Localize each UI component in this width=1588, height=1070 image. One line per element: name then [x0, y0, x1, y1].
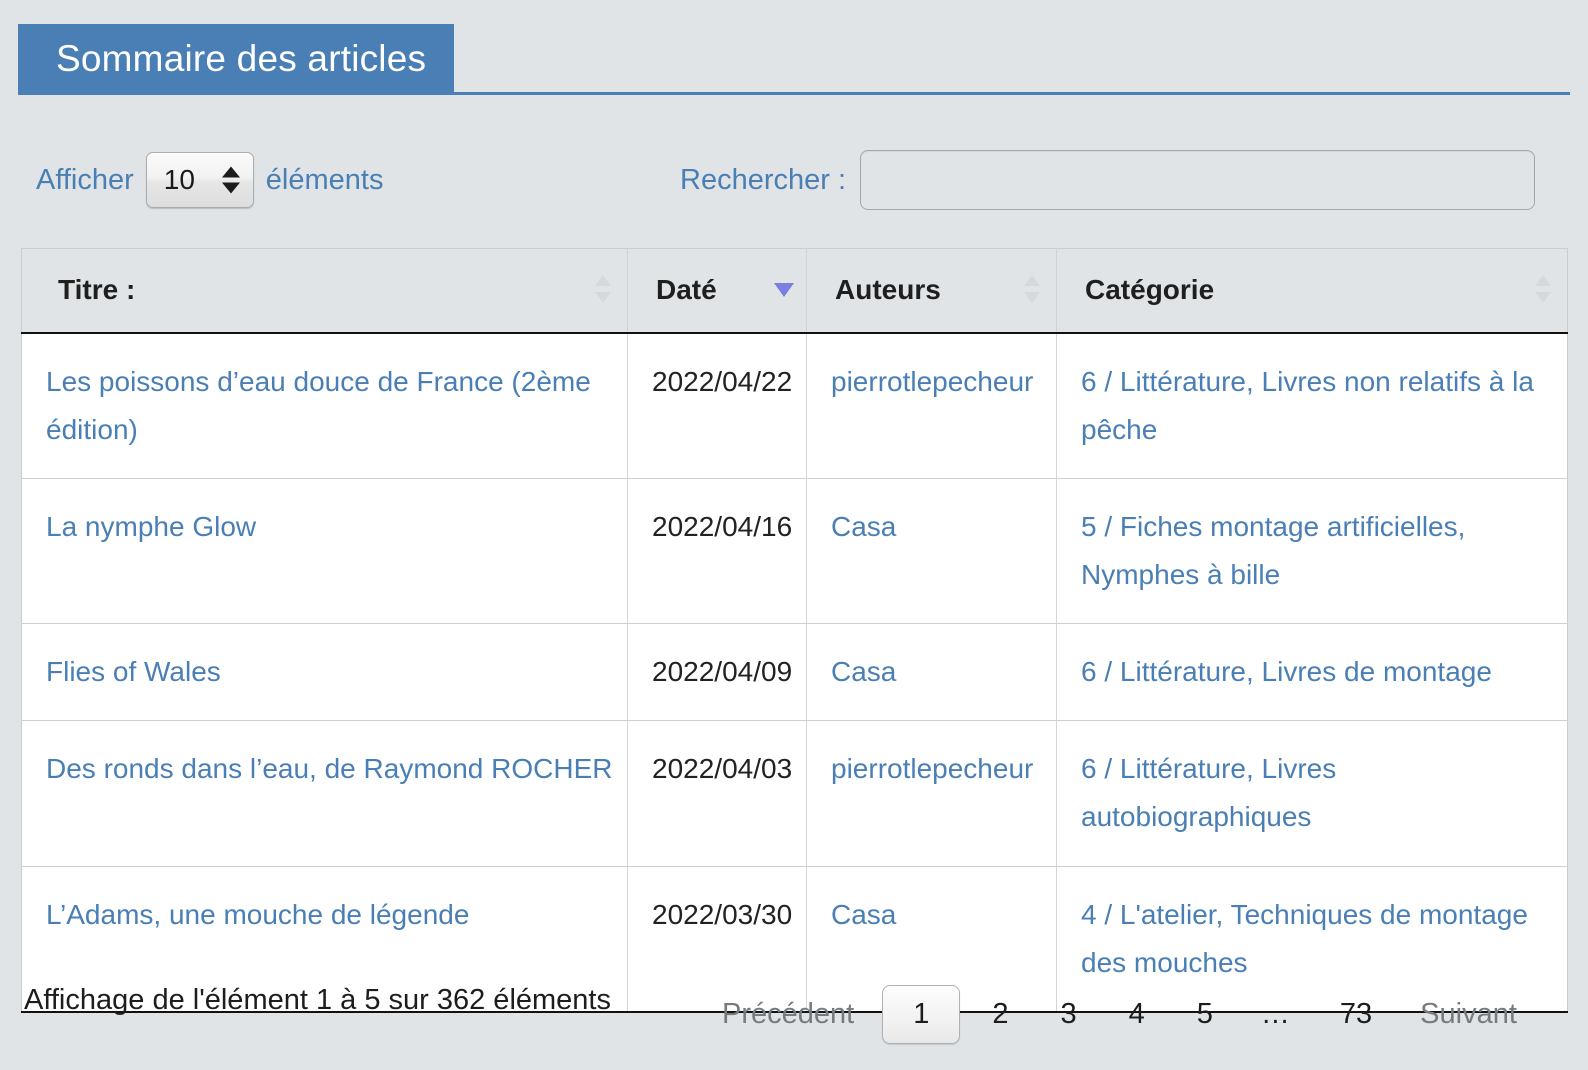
column-header-auteurs-label: Auteurs [835, 274, 941, 306]
category-link[interactable]: Livres de montage [1262, 656, 1492, 687]
category-separator: , [1245, 753, 1262, 785]
table-controls: Afficher 10 éléments Rechercher : [0, 145, 1588, 225]
stepper-arrows-icon[interactable] [221, 166, 240, 194]
table-header-row: Titre : Daté Auteurs Catégorie [21, 248, 1568, 334]
cell-auteur: pierrotlepecheur [806, 720, 1057, 867]
article-title-link[interactable]: L’Adams, une mouche de légende [46, 899, 469, 930]
column-header-auteurs[interactable]: Auteurs [806, 248, 1057, 334]
table-row: Flies of Wales 2022/04/09 Casa 6 / Littérat… [21, 623, 1568, 722]
cell-categorie: 5 / Fiches montage artificielles, Nymphe… [1056, 478, 1568, 625]
pagination-previous[interactable]: Précédent [700, 998, 876, 1031]
sort-icon-titre[interactable] [595, 273, 611, 307]
author-link[interactable]: pierrotlepecheur [831, 753, 1033, 784]
author-link[interactable]: Casa [831, 511, 896, 542]
datatable-page: Sommaire des articles Afficher 10 élémen… [0, 0, 1588, 1070]
search-label: Rechercher : [680, 163, 847, 196]
cell-titre: Les poissons d’eau douce de France (2ème… [21, 332, 628, 479]
column-header-categorie[interactable]: Catégorie [1056, 248, 1568, 334]
sort-desc-arrow-icon [1535, 292, 1551, 304]
chevron-up-icon [221, 166, 240, 178]
search-control: Rechercher : [680, 145, 1536, 215]
cell-titre: Des ronds dans l’eau, de Raymond ROCHER [21, 720, 628, 867]
table-row: Les poissons d’eau douce de France (2ème… [21, 332, 1568, 479]
cell-auteur: pierrotlepecheur [806, 332, 1057, 479]
pagination-page-2[interactable]: 2 [966, 998, 1034, 1031]
sort-icon-auteurs[interactable] [1024, 273, 1040, 307]
table-body: Les poissons d’eau douce de France (2ème… [21, 332, 1568, 1013]
article-title-link[interactable]: La nymphe Glow [46, 511, 256, 542]
column-header-date-label: Daté [656, 274, 717, 306]
page-length-select[interactable]: 10 [145, 152, 254, 208]
sort-asc-arrow-icon [1024, 275, 1040, 287]
column-header-titre[interactable]: Titre : [21, 248, 628, 334]
table-row: La nymphe Glow 2022/04/16 Casa 5 / Fiches m… [21, 478, 1568, 625]
cell-date: 2022/04/03 [627, 720, 807, 867]
column-header-categorie-label: Catégorie [1085, 274, 1215, 306]
category-separator: , [1215, 898, 1231, 930]
cell-date: 2022/04/09 [627, 623, 807, 722]
sort-icon-categorie[interactable] [1535, 273, 1551, 307]
category-separator: , [1245, 656, 1262, 688]
category-link[interactable]: 6 / Littérature [1081, 366, 1246, 397]
length-label-suffix: éléments [265, 163, 384, 196]
cell-titre: La nymphe Glow [21, 478, 628, 625]
category-link[interactable]: Nymphes à bille [1081, 559, 1280, 590]
category-link[interactable]: 5 / Fiches montage artificielles [1081, 511, 1458, 542]
tab-underline [18, 92, 1570, 95]
table-footer: Affichage de l'élément 1 à 5 sur 362 élé… [0, 968, 1588, 1068]
cell-date: 2022/04/22 [627, 332, 807, 479]
length-control: Afficher 10 éléments [36, 145, 383, 215]
page-length-value: 10 [163, 164, 195, 195]
sort-desc-arrow-icon [774, 283, 794, 298]
author-link[interactable]: pierrotlepecheur [831, 366, 1033, 397]
column-header-titre-label: Titre : [58, 274, 136, 306]
cell-titre: Flies of Wales [21, 623, 628, 722]
author-link[interactable]: Casa [831, 656, 896, 687]
table-info: Affichage de l'élément 1 à 5 sur 362 élé… [24, 984, 611, 1016]
sort-asc-arrow-icon [595, 275, 611, 287]
sort-desc-arrow-icon [1024, 292, 1040, 304]
pagination-page-4[interactable]: 4 [1103, 998, 1171, 1031]
article-title-link[interactable]: Les poissons d’eau douce de France (2ème… [46, 366, 591, 445]
search-input[interactable] [860, 150, 1536, 210]
pagination-ellipsis: … [1260, 997, 1292, 1030]
sort-icon-date-descending[interactable] [774, 273, 794, 307]
article-title-link[interactable]: Des ronds dans l’eau, de Raymond ROCHER [46, 753, 612, 784]
cell-categorie: 6 / Littérature, Livres de montage [1056, 623, 1568, 722]
pagination-page-5[interactable]: 5 [1171, 998, 1239, 1031]
tab-bar: Sommaire des articles [18, 24, 1570, 95]
cell-auteur: Casa [806, 623, 1057, 722]
articles-table: Titre : Daté Auteurs Catégorie Les poiss… [21, 248, 1568, 1013]
length-label-prefix: Afficher [36, 163, 134, 196]
cell-auteur: Casa [806, 478, 1057, 625]
category-link[interactable]: 6 / Littérature [1081, 656, 1246, 687]
chevron-down-icon [221, 182, 240, 194]
tab-sommaire-des-articles[interactable]: Sommaire des articles [18, 24, 455, 94]
pagination-page-73[interactable]: 73 [1314, 998, 1398, 1031]
table-row: Des ronds dans l’eau, de Raymond ROCHER 2… [21, 720, 1568, 867]
sort-asc-arrow-icon [1535, 275, 1551, 287]
pagination-next[interactable]: Suivant [1398, 998, 1539, 1031]
pagination-page-1[interactable]: 1 [882, 984, 961, 1044]
articles-table-container: Titre : Daté Auteurs Catégorie Les poiss… [21, 248, 1568, 1013]
table-head: Titre : Daté Auteurs Catégorie [21, 248, 1568, 334]
category-separator: , [1457, 510, 1466, 542]
column-header-date[interactable]: Daté [627, 248, 807, 334]
cell-categorie: 6 / Littérature, Livres autobiographique… [1056, 720, 1568, 867]
category-link[interactable]: 6 / Littérature [1081, 753, 1246, 784]
category-link[interactable]: 4 / L'atelier [1081, 899, 1216, 930]
cell-categorie: 6 / Littérature, Livres non relatifs à l… [1056, 332, 1568, 479]
pagination: Précédent 1 2 3 4 5 … 73 Suivant [700, 974, 1539, 1054]
sort-desc-arrow-icon [595, 292, 611, 304]
cell-date: 2022/04/16 [627, 478, 807, 625]
author-link[interactable]: Casa [831, 899, 896, 930]
category-separator: , [1245, 365, 1262, 397]
article-title-link[interactable]: Flies of Wales [46, 656, 221, 687]
pagination-page-3[interactable]: 3 [1034, 998, 1102, 1031]
